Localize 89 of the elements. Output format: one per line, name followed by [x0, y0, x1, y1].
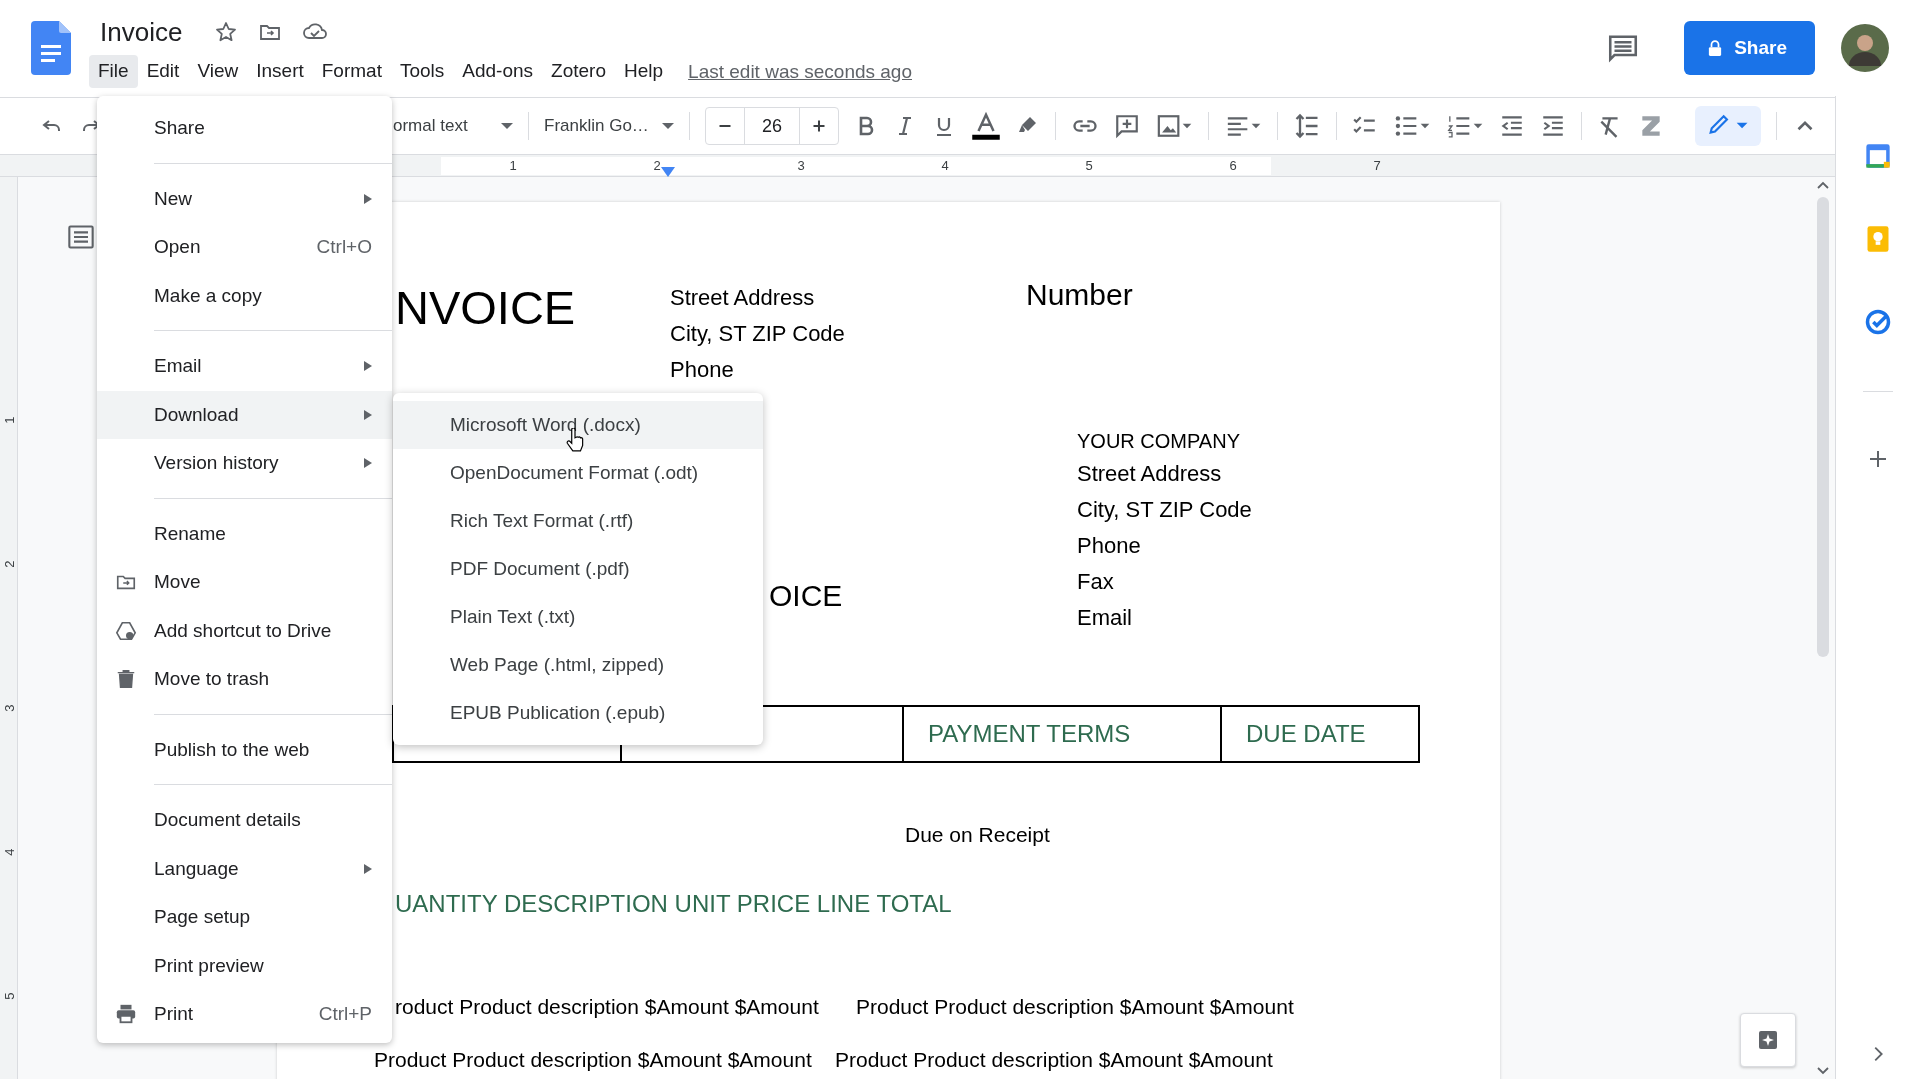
items-heading: UANTITY DESCRIPTION UNIT PRICE LINE TOTAL	[395, 890, 952, 918]
menu-item[interactable]: Format	[312, 55, 391, 88]
shortcut-label: Ctrl+P	[318, 1003, 372, 1026]
document-heading: OICE	[769, 579, 844, 613]
bulleted-list-icon[interactable]	[1393, 113, 1431, 139]
terms-value: Due on Receipt	[905, 823, 1050, 847]
scroll-up-icon[interactable]	[1816, 181, 1829, 189]
submenu-arrow-icon	[364, 409, 372, 420]
drive-shortcut-icon	[114, 619, 137, 642]
menu-item[interactable]: PDF Document (.pdf)	[393, 545, 763, 593]
explore-button[interactable]	[1740, 1013, 1796, 1067]
menu-item[interactable]: Tools	[390, 55, 454, 88]
printer-icon	[114, 1003, 137, 1026]
submenu-arrow-icon	[364, 863, 372, 874]
image-icon[interactable]	[1155, 113, 1193, 139]
menu-item[interactable]: Email	[97, 342, 392, 391]
item-row-text: roduct Product description $Amount $Amount	[395, 995, 820, 1019]
scrollbar-thumb[interactable]	[1816, 197, 1829, 657]
menu-item[interactable]: Help	[615, 55, 673, 88]
outline-icon[interactable]	[67, 223, 95, 251]
text-color-icon[interactable]	[971, 111, 1001, 141]
menu-item[interactable]: Page setup	[97, 893, 392, 942]
vertical-ruler: 1 2 3 4 5	[0, 177, 18, 1079]
menu-item[interactable]: Print preview	[97, 941, 392, 990]
last-edit-link[interactable]: Last edit was seconds ago	[688, 60, 912, 83]
item-row-text: Product Product description $Amount $Amount	[374, 1048, 813, 1072]
menu-item[interactable]: Rich Text Format (.rtf)	[393, 497, 763, 545]
menu-item[interactable]: Add-ons	[453, 55, 543, 88]
menu-item[interactable]: Microsoft Word (.docx)	[393, 401, 763, 449]
menu-item[interactable]: Rename	[97, 509, 392, 558]
docs-logo-icon[interactable]	[31, 21, 71, 75]
menu-item[interactable]: Make a copy	[97, 271, 392, 320]
menu-item[interactable]: Edit	[137, 55, 189, 88]
submenu-arrow-icon	[364, 193, 372, 204]
menu-item[interactable]: Move	[97, 558, 392, 607]
numbered-list-icon[interactable]	[1446, 113, 1484, 139]
item-row-text: Product Product description $Amount $Amount	[835, 1048, 1274, 1072]
address-line: Street Address	[670, 284, 816, 312]
share-button[interactable]: Share	[1684, 21, 1815, 75]
menu-item[interactable]: Web Page (.html, zipped)	[393, 641, 763, 689]
table-header-cell: PAYMENT TERMS	[902, 707, 1220, 761]
calendar-icon[interactable]	[1863, 142, 1892, 170]
number-label: Number	[1026, 278, 1133, 312]
address-line: City, ST ZIP Code	[670, 320, 846, 348]
address-line: City, ST ZIP Code	[1077, 496, 1252, 524]
menu-item[interactable]: File	[89, 55, 138, 88]
decrease-indent-icon[interactable]	[1499, 113, 1525, 139]
menu-item[interactable]: Print Ctrl+P	[97, 990, 392, 1039]
increase-indent-icon[interactable]	[1540, 113, 1566, 139]
menu-item[interactable]: Version history	[97, 439, 392, 488]
editing-mode-button[interactable]	[1695, 106, 1761, 146]
menu-item[interactable]: Publish to the web	[97, 725, 392, 774]
item-row-text: Product Product description $Amount $Amount	[856, 995, 1295, 1019]
menu-item[interactable]: Open Ctrl+O	[97, 223, 392, 272]
menu-item[interactable]: Document details	[97, 796, 392, 845]
scroll-down-icon[interactable]	[1816, 1067, 1829, 1075]
menu-item[interactable]: Insert	[247, 55, 313, 88]
address-line: Street Address	[1077, 460, 1223, 488]
document-title[interactable]: Invoice	[100, 16, 183, 48]
add-comment-icon[interactable]	[1114, 113, 1140, 139]
line-spacing-icon[interactable]	[1293, 112, 1321, 140]
table-header-cell: DUE DATE	[1220, 707, 1418, 761]
menu-item[interactable]: Download	[97, 390, 392, 439]
tasks-icon[interactable]	[1863, 308, 1892, 336]
menu-item[interactable]: View	[188, 55, 248, 88]
shortcut-label: Ctrl+O	[316, 236, 372, 259]
sparkle-icon	[1756, 1028, 1780, 1052]
avatar-icon[interactable]	[1841, 24, 1889, 72]
address-line: Email	[1077, 604, 1133, 632]
font-dropdown[interactable]: Franklin Go…	[544, 116, 674, 136]
menu-item[interactable]: Plain Text (.txt)	[393, 593, 763, 641]
submenu-arrow-icon	[364, 458, 372, 469]
menu-item[interactable]: Add shortcut to Drive	[97, 606, 392, 655]
address-line: Phone	[1077, 532, 1142, 560]
menu-item[interactable]: OpenDocument Format (.odt)	[393, 449, 763, 497]
star-icon[interactable]	[214, 20, 239, 44]
lock-icon	[1708, 40, 1723, 56]
company-name: YOUR COMPANY	[1077, 429, 1241, 454]
submenu-arrow-icon	[364, 361, 372, 372]
paragraph-style-dropdown[interactable]: ormal text	[393, 116, 513, 136]
menu-item[interactable]: EPUB Publication (.epub)	[393, 689, 763, 737]
menu-item[interactable]: Language	[97, 844, 392, 893]
address-line: Fax	[1077, 568, 1115, 596]
menu-item[interactable]: Move to trash	[97, 655, 392, 704]
document-heading: NVOICE	[395, 284, 577, 331]
address-line: Phone	[670, 356, 735, 384]
menu-item[interactable]: Zotero	[542, 55, 615, 88]
menu-item[interactable]: Share	[97, 104, 392, 153]
menu-item[interactable]: New	[97, 174, 392, 223]
